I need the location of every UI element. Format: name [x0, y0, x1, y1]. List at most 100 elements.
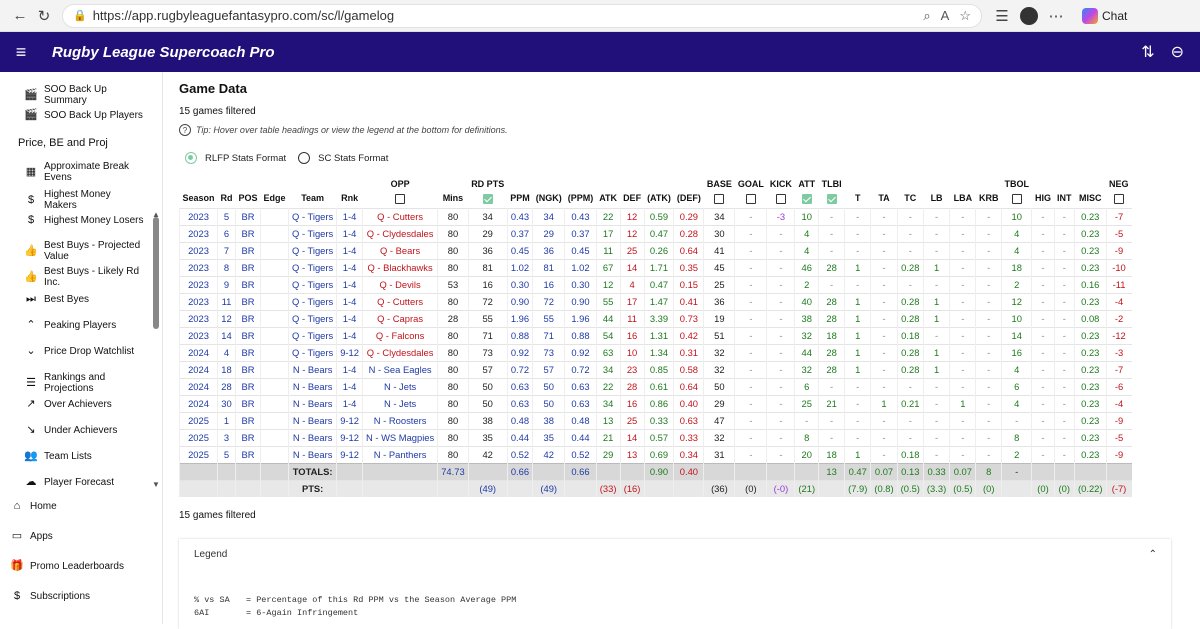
- col-header-ta[interactable]: TA: [871, 189, 897, 208]
- col-header-atk[interactable]: ATK: [596, 189, 620, 208]
- link-icon[interactable]: ⊖: [1171, 42, 1184, 62]
- col-header-tlbi[interactable]: TLBI: [819, 173, 845, 189]
- read-aloud-icon[interactable]: A: [941, 8, 950, 24]
- column-filter-checkbox[interactable]: [704, 189, 735, 208]
- sidebar-item-price-drop-watchlist[interactable]: ⌄ Price Drop Watchlist: [24, 346, 145, 358]
- column-filter-checkbox[interactable]: [795, 189, 819, 208]
- sidebar-item-apps[interactable]: ▭ Apps: [10, 531, 145, 543]
- favorites-icon[interactable]: ☰: [990, 4, 1014, 28]
- table-row[interactable]: 2023 9 BR Q - Tigers 1-4 Q - Devils 53 16 0.30 16…: [178, 276, 1132, 293]
- zoom-icon[interactable]: ⌕: [923, 8, 930, 24]
- sidebar-item-soo-back-up-players[interactable]: 🎬 SOO Back Up Players: [24, 110, 145, 122]
- table-row[interactable]: 2023 11 BR Q - Tigers 1-4 Q - Cutters 80 72 0.90…: [178, 293, 1132, 310]
- checkbox[interactable]: [482, 193, 493, 204]
- table-row[interactable]: 2023 12 BR Q - Tigers 1-4 Q - Capras 28 55 1.96 5…: [178, 310, 1132, 327]
- more-icon[interactable]: ⋯: [1044, 4, 1068, 28]
- col-header-hig[interactable]: HIG: [1032, 189, 1054, 208]
- sidebar-item-promo-leaderboards[interactable]: 🎁 Promo Leaderboards: [10, 561, 145, 573]
- column-filter-checkbox[interactable]: [735, 189, 767, 208]
- col-header-opp[interactable]: OPP: [362, 173, 437, 189]
- col-header-pos[interactable]: POS: [236, 189, 261, 208]
- checkbox[interactable]: [745, 193, 756, 204]
- scroll-down-icon[interactable]: ▼: [152, 480, 160, 489]
- refresh-icon[interactable]: ↻: [32, 4, 56, 28]
- sidebar-item-subscriptions[interactable]: $ Subscriptions: [10, 591, 145, 603]
- radio-sc-format[interactable]: [298, 152, 311, 164]
- sidebar-item-rankings-and-projections[interactable]: ☰ Rankings and Projections: [24, 372, 145, 394]
- col-header-season[interactable]: Season: [180, 189, 218, 208]
- col-header-rd[interactable]: Rd: [218, 189, 236, 208]
- sidebar-item-soo-back-up-summary[interactable]: 🎬 SOO Back Up Summary: [24, 84, 145, 106]
- checkbox[interactable]: [775, 193, 786, 204]
- checkbox[interactable]: [801, 193, 812, 204]
- column-filter-checkbox[interactable]: [1001, 189, 1032, 208]
- col-header-rd-pts[interactable]: RD PTS: [468, 173, 507, 189]
- sidebar-item-under-achievers[interactable]: ↘ Under Achievers: [24, 425, 145, 437]
- column-filter-checkbox[interactable]: [1106, 189, 1132, 208]
- table-row[interactable]: 2023 8 BR Q - Tigers 1-4 Q - Blackhawks 80 81 1.…: [178, 259, 1132, 276]
- table-row[interactable]: 2023 5 BR Q - Tigers 1-4 Q - Cutters 80 34 0.43 3…: [178, 208, 1132, 225]
- col-header-goal[interactable]: GOAL: [735, 173, 767, 189]
- checkbox[interactable]: [395, 193, 406, 204]
- col-header-ppm[interactable]: (PPM): [565, 189, 597, 208]
- column-filter-checkbox[interactable]: [468, 189, 507, 208]
- col-header-base[interactable]: BASE: [704, 173, 735, 189]
- sidebar-item-approximate-break-evens[interactable]: ▦ Approximate Break Evens: [24, 161, 145, 183]
- table-row[interactable]: 2024 18 BR N - Bears 1-4 N - Sea Eagles 80 57 0.…: [178, 361, 1132, 378]
- col-header-ngk[interactable]: (NGK): [533, 189, 565, 208]
- col-header-team[interactable]: Team: [289, 189, 337, 208]
- col-header-def[interactable]: (DEF): [674, 189, 704, 208]
- back-icon[interactable]: ←: [8, 4, 32, 28]
- sidebar-item-best-buys-projected-value[interactable]: 👍 Best Buys - Projected Value: [24, 240, 145, 262]
- col-header-krb[interactable]: KRB: [976, 189, 1002, 208]
- table-row[interactable]: 2023 14 BR Q - Tigers 1-4 Q - Falcons 80 71 0.88…: [178, 327, 1132, 344]
- table-row[interactable]: 2025 1 BR N - Bears 9-12 N - Roosters 80 38 0.48…: [178, 412, 1132, 429]
- sidebar-scrollbar[interactable]: [153, 217, 159, 329]
- checkbox[interactable]: [1113, 193, 1124, 204]
- checkbox[interactable]: [826, 193, 837, 204]
- scroll-up-icon[interactable]: ▲: [152, 210, 160, 219]
- menu-icon[interactable]: ≡: [0, 42, 42, 63]
- column-filter-checkbox[interactable]: [362, 189, 437, 208]
- col-header-misc[interactable]: MISC: [1075, 189, 1107, 208]
- sidebar-item-home[interactable]: ⌂ Home: [10, 501, 145, 513]
- sidebar-item-peaking-players[interactable]: ⌃ Peaking Players: [24, 320, 145, 332]
- column-filter-checkbox[interactable]: [819, 189, 845, 208]
- checkbox[interactable]: [714, 193, 725, 204]
- table-row[interactable]: 2024 4 BR Q - Tigers 9-12 Q - Clydesdales 80 73…: [178, 344, 1132, 361]
- col-header-edge[interactable]: Edge: [261, 189, 289, 208]
- col-header-lba[interactable]: LBA: [950, 189, 976, 208]
- col-header-t[interactable]: T: [845, 189, 871, 208]
- sidebar-item-best-byes[interactable]: ⏭ Best Byes: [24, 294, 145, 306]
- sidebar-item-team-lists[interactable]: 👥 Team Lists: [24, 451, 145, 463]
- table-row[interactable]: 2024 30 BR N - Bears 1-4 N - Jets 80 50 0.63 50 0.…: [178, 395, 1132, 412]
- table-row[interactable]: 2023 6 BR Q - Tigers 1-4 Q - Clydesdales 80 29 0…: [178, 225, 1132, 242]
- profile-avatar[interactable]: [1020, 6, 1038, 25]
- sidebar-item-over-achievers[interactable]: ↗ Over Achievers: [24, 399, 145, 411]
- sidebar-item-highest-money-losers[interactable]: $ Highest Money Losers: [24, 215, 145, 227]
- favorite-star-icon[interactable]: ☆: [959, 8, 971, 24]
- address-bar[interactable]: 🔒 https://app.rugbyleaguefantasypro.com/…: [62, 3, 982, 28]
- table-row[interactable]: 2025 3 BR N - Bears 9-12 N - WS Magpies 80 35 0.…: [178, 429, 1132, 446]
- table-row[interactable]: 2024 28 BR N - Bears 1-4 N - Jets 80 50 0.63 50 0.…: [178, 378, 1132, 395]
- col-header-rnk[interactable]: Rnk: [337, 189, 363, 208]
- sidebar-item-player-forecast[interactable]: ☁ Player Forecast: [24, 477, 145, 489]
- sync-icon[interactable]: ⇅: [1141, 42, 1154, 62]
- radio-rlfp-format[interactable]: [185, 152, 197, 164]
- col-header-atk[interactable]: (ATK): [644, 189, 674, 208]
- col-header-int[interactable]: INT: [1054, 189, 1075, 208]
- col-header-lb[interactable]: LB: [923, 189, 949, 208]
- col-header-tc[interactable]: TC: [897, 189, 923, 208]
- chevron-up-icon[interactable]: ⌃: [1149, 549, 1157, 560]
- column-filter-checkbox[interactable]: [767, 189, 795, 208]
- legend-title[interactable]: Legend: [194, 549, 227, 560]
- col-header-att[interactable]: ATT: [795, 173, 819, 189]
- col-header-tbol[interactable]: TBOL: [1001, 173, 1032, 189]
- col-header-neg[interactable]: NEG: [1106, 173, 1132, 189]
- col-header-kick[interactable]: KICK: [767, 173, 795, 189]
- table-row[interactable]: 2025 5 BR N - Bears 9-12 N - Panthers 80 42 0.52…: [178, 446, 1132, 463]
- checkbox[interactable]: [1011, 193, 1022, 204]
- sidebar-item-best-buys-likely-rd-inc-[interactable]: 👍 Best Buys - Likely Rd Inc.: [24, 266, 145, 288]
- chat-button[interactable]: Chat: [1082, 7, 1127, 24]
- col-header-mins[interactable]: Mins: [438, 189, 468, 208]
